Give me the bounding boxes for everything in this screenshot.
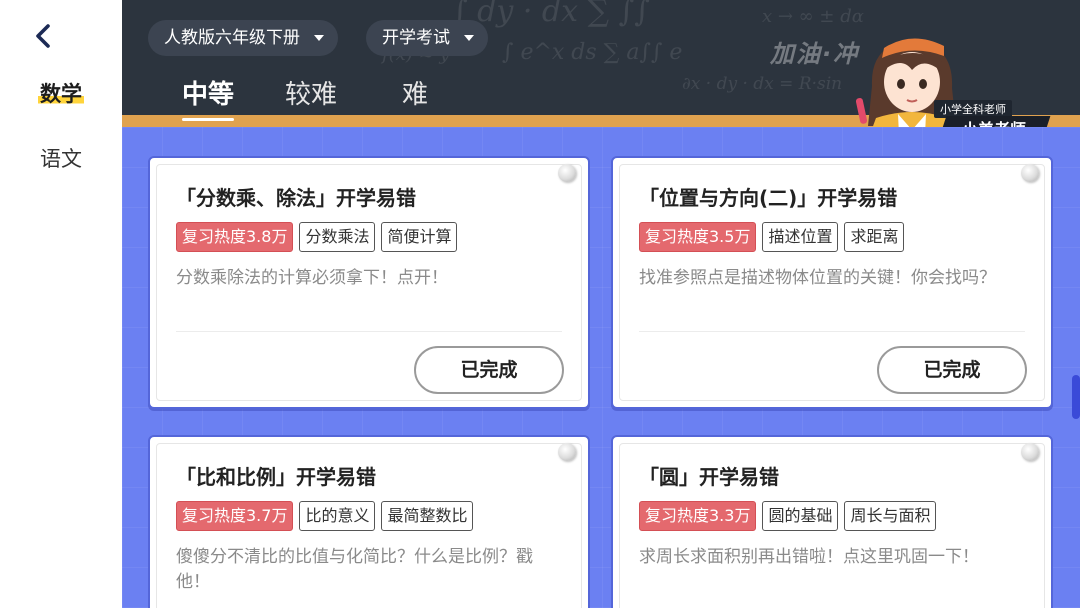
tag-list: 复习热度3.3万 圆的基础 周长与面积 — [639, 501, 937, 531]
sidebar-item-label: 数学 — [38, 82, 84, 106]
hot-badge: 复习热度3.5万 — [639, 222, 757, 252]
grade-dropdown-label: 人教版六年级下册 — [164, 28, 300, 48]
tag-list: 复习热度3.8万 分数乘法 简便计算 — [176, 222, 458, 252]
caret-down-icon — [464, 35, 474, 41]
pin-icon — [1021, 443, 1039, 461]
completed-button[interactable]: 已完成 — [414, 346, 564, 394]
hot-badge: 复习热度3.8万 — [176, 222, 294, 252]
tag-list: 复习热度3.7万 比的意义 最简整数比 — [176, 501, 474, 531]
card-description: 傻傻分不清比的比值与化简比？什么是比例？戳他！ — [176, 547, 533, 592]
tab-harder[interactable]: 较难 — [285, 74, 337, 111]
card-title: 「位置与方向(二)」开学易错 — [639, 186, 898, 210]
pin-icon — [558, 443, 576, 461]
tab-hard[interactable]: 难 — [402, 74, 428, 111]
card-description: 求周长求面积别再出错啦！点这里巩固一下！ — [639, 547, 979, 567]
lesson-card[interactable]: 「圆」开学易错 复习热度3.3万 圆的基础 周长与面积 求周长求面积别再出错啦！… — [611, 435, 1053, 608]
pin-icon — [1021, 164, 1039, 182]
back-button[interactable] — [30, 22, 58, 50]
banner-slogan: 加油·冲 — [770, 40, 860, 68]
card-title: 「分数乘、除法」开学易错 — [176, 186, 416, 210]
topic-tag: 圆的基础 — [762, 501, 839, 531]
exam-dropdown[interactable]: 开学考试 — [366, 20, 488, 56]
topic-tag: 周长与面积 — [844, 501, 937, 531]
topic-tag: 描述位置 — [762, 222, 839, 252]
card-title: 「比和比例」开学易错 — [176, 465, 376, 489]
chalk-scribble: x → ∞ ± dα — [762, 6, 864, 27]
hot-badge: 复习热度3.3万 — [639, 501, 757, 531]
sidebar: 数学 语文 — [0, 0, 122, 608]
scrollbar[interactable] — [1072, 375, 1080, 419]
clock-icon — [1072, 0, 1080, 70]
sidebar-item-math[interactable]: 数学 — [0, 78, 122, 108]
topic-tag: 最简整数比 — [381, 501, 474, 531]
lesson-card[interactable]: 「位置与方向(二)」开学易错 复习热度3.5万 描述位置 求距离 找准参照点是描… — [611, 156, 1053, 409]
divider — [639, 331, 1025, 332]
lesson-card[interactable]: 「分数乘、除法」开学易错 复习热度3.8万 分数乘法 简便计算 分数乘除法的计算… — [148, 156, 590, 409]
card-description: 找准参照点是描述物体位置的关键！你会找吗？ — [639, 268, 996, 288]
card-description: 分数乘除法的计算必须拿下！点开！ — [176, 268, 448, 288]
tag-list: 复习热度3.5万 描述位置 求距离 — [639, 222, 905, 252]
chalk-scribble: ∂x · dy · dx = R·sin — [682, 74, 843, 94]
grade-dropdown[interactable]: 人教版六年级下册 — [148, 20, 338, 56]
caret-down-icon — [314, 35, 324, 41]
topic-tag: 求距离 — [844, 222, 905, 252]
tab-medium[interactable]: 中等 — [182, 74, 235, 121]
exam-dropdown-label: 开学考试 — [382, 28, 450, 48]
divider — [176, 331, 562, 332]
card-title: 「圆」开学易错 — [639, 465, 779, 489]
pin-icon — [558, 164, 576, 182]
topic-tag: 分数乘法 — [299, 222, 376, 252]
lesson-card[interactable]: 「比和比例」开学易错 复习热度3.7万 比的意义 最简整数比 傻傻分不清比的比值… — [148, 435, 590, 608]
completed-button[interactable]: 已完成 — [877, 346, 1027, 394]
chalk-scribble: ∫ e^x ds ∑ a∫∫ e — [502, 40, 683, 65]
topic-tag: 比的意义 — [299, 501, 376, 531]
sidebar-item-label: 语文 — [40, 147, 82, 171]
sidebar-item-chinese[interactable]: 语文 — [0, 143, 122, 173]
hot-badge: 复习热度3.7万 — [176, 501, 294, 531]
chevron-left-icon — [36, 24, 50, 48]
topic-tag: 简便计算 — [381, 222, 458, 252]
